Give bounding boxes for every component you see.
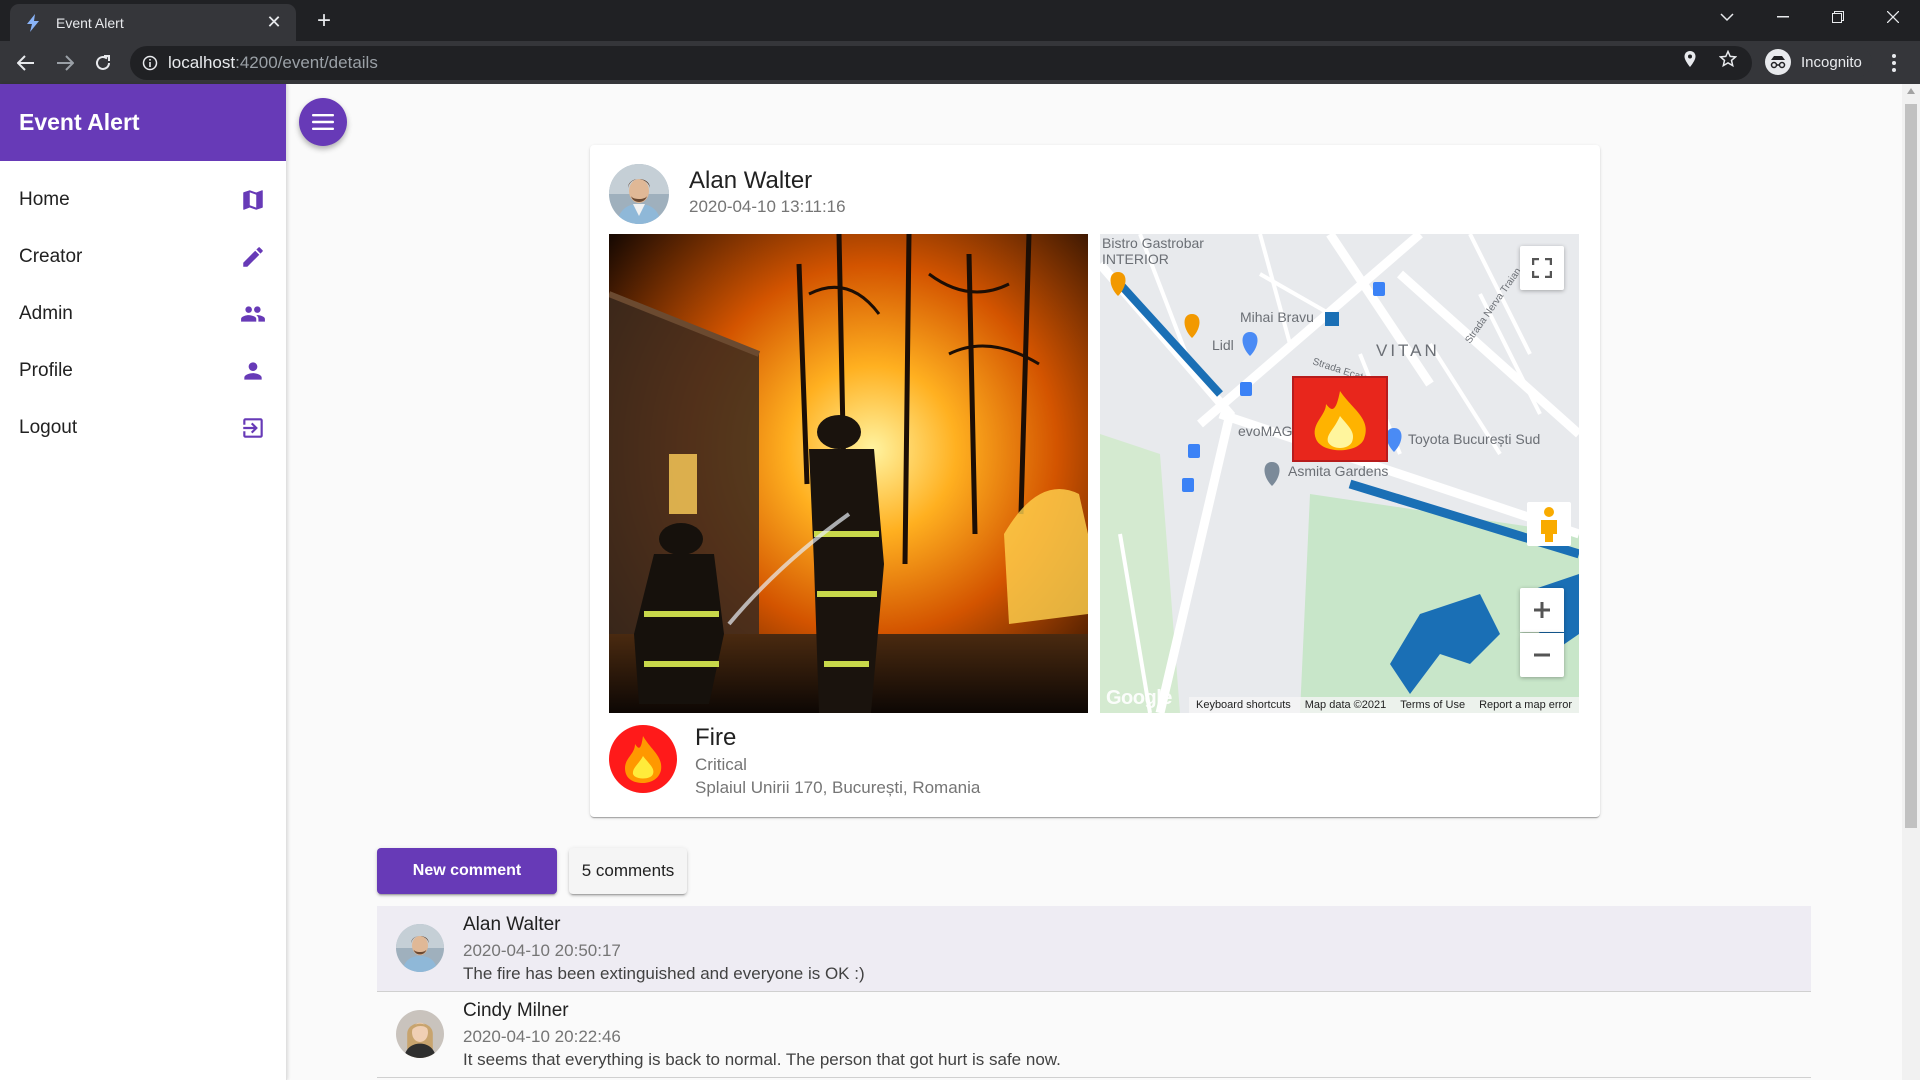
map-data-attribution: Map data ©2021 xyxy=(1304,699,1387,711)
map-label: Toyota București Sud xyxy=(1408,431,1540,447)
browser-tab[interactable]: Event Alert ✕ xyxy=(10,4,296,41)
incognito-icon xyxy=(1765,49,1791,75)
sidebar-item-label: Home xyxy=(19,188,70,210)
map-label: Lidl xyxy=(1212,337,1234,353)
comment-date: 2020-04-10 20:22:46 xyxy=(463,1027,621,1046)
bookmark-star-icon[interactable] xyxy=(1719,50,1737,68)
person-icon xyxy=(244,361,262,380)
sidebar-item-logout[interactable]: Logout xyxy=(0,399,286,456)
event-photo[interactable] xyxy=(609,234,1088,713)
map-label: Asmita Gardens xyxy=(1288,463,1388,479)
hamburger-icon xyxy=(312,114,334,130)
map-label: Mihai Bravu xyxy=(1240,309,1314,325)
group-icon xyxy=(241,305,265,322)
sidebar-item-label: Creator xyxy=(19,245,83,267)
event-author-name: Alan Walter xyxy=(689,167,813,194)
fullscreen-button[interactable] xyxy=(1520,246,1564,290)
location-pin-icon[interactable] xyxy=(1681,50,1699,68)
google-logo[interactable]: Google xyxy=(1106,687,1172,710)
map-label: INTERIOR xyxy=(1102,251,1169,267)
event-severity: Critical xyxy=(695,755,747,774)
comment-text: The fire has been extinguished and every… xyxy=(463,964,865,983)
plus-icon xyxy=(1534,602,1550,618)
browser-tab-strip: Event Alert ✕ + xyxy=(0,0,1920,41)
sidebar-item-home[interactable]: Home xyxy=(0,171,286,228)
event-address: Splaiul Unirii 170, București, Romania xyxy=(695,778,981,797)
new-tab-button[interactable]: + xyxy=(311,7,337,34)
url-text: localhost:4200/event/details xyxy=(168,53,378,73)
sidebar-item-label: Logout xyxy=(19,416,78,438)
comments-count-button[interactable]: 5 comments xyxy=(569,848,687,894)
app-viewport: Event Alert Home Creator Admin Profile L… xyxy=(0,84,1902,1080)
event-location-map[interactable]: Bistro Gastrobar INTERIOR Mihai Bravu Li… xyxy=(1100,234,1579,713)
reload-button[interactable] xyxy=(88,48,118,78)
event-type: Fire xyxy=(695,724,737,751)
url-path: :4200/event/details xyxy=(235,53,378,72)
comment-item: Alan Walter 2020-04-10 20:50:17 The fire… xyxy=(377,906,1811,992)
map-footer: Keyboard shortcuts Map data ©2021 Terms … xyxy=(1188,697,1579,713)
new-comment-button[interactable]: New comment xyxy=(377,848,557,894)
terms-of-use-link[interactable]: Terms of Use xyxy=(1393,699,1472,711)
minimize-button[interactable] xyxy=(1756,0,1810,34)
event-timestamp: 2020-04-10 13:11:16 xyxy=(689,197,846,216)
logout-icon xyxy=(243,417,263,438)
event-card: Alan Walter 2020-04-10 13:11:16 Bistro G… xyxy=(590,145,1600,817)
menu-toggle-button[interactable] xyxy=(299,98,347,146)
sidebar-item-creator[interactable]: Creator xyxy=(0,228,286,285)
report-map-error-link[interactable]: Report a map error xyxy=(1472,699,1579,711)
avatar xyxy=(609,164,669,224)
comment-author: Alan Walter xyxy=(463,914,561,935)
address-bar[interactable]: localhost:4200/event/details xyxy=(130,46,1752,80)
comment-text: It seems that everything is back to norm… xyxy=(463,1050,1061,1069)
scroll-up-arrow-icon[interactable] xyxy=(1907,88,1915,94)
pencil-icon xyxy=(243,246,263,267)
avatar xyxy=(396,1010,444,1058)
avatar xyxy=(396,924,444,972)
zoom-out-button[interactable] xyxy=(1520,633,1564,677)
sidebar: Event Alert Home Creator Admin Profile L… xyxy=(0,84,287,1080)
chevron-down-icon[interactable] xyxy=(1700,0,1754,34)
info-icon[interactable] xyxy=(142,55,158,71)
map-label: evoMAG xyxy=(1238,423,1292,439)
zoom-in-button[interactable] xyxy=(1520,588,1564,632)
sidebar-title: Event Alert xyxy=(0,84,286,161)
map-label: VITAN xyxy=(1376,341,1440,360)
map-label: Bistro Gastrobar xyxy=(1102,235,1204,251)
keyboard-shortcuts-link[interactable]: Keyboard shortcuts xyxy=(1189,699,1298,711)
page-scrollbar[interactable] xyxy=(1902,84,1920,1080)
comment-item: Cindy Milner 2020-04-10 20:22:46 It seem… xyxy=(377,992,1811,1078)
scrollbar-thumb[interactable] xyxy=(1905,104,1917,828)
fullscreen-icon xyxy=(1532,258,1552,278)
forward-button[interactable] xyxy=(50,48,80,78)
fire-icon xyxy=(609,725,677,793)
tab-title: Event Alert xyxy=(56,14,124,31)
comment-author: Cindy Milner xyxy=(463,1000,569,1021)
more-vert-icon[interactable] xyxy=(1884,51,1904,75)
lightning-icon xyxy=(26,13,44,32)
minus-icon xyxy=(1534,653,1550,657)
sidebar-item-label: Profile xyxy=(19,359,73,381)
sidebar-item-profile[interactable]: Profile xyxy=(0,342,286,399)
restore-button[interactable] xyxy=(1811,0,1865,34)
back-button[interactable] xyxy=(11,48,41,78)
comment-date: 2020-04-10 20:50:17 xyxy=(463,941,621,960)
map-icon xyxy=(243,189,263,210)
close-icon[interactable]: ✕ xyxy=(262,11,286,35)
incognito-profile-button[interactable]: Incognito xyxy=(1763,47,1872,77)
url-host: localhost xyxy=(168,53,236,72)
window-close-button[interactable] xyxy=(1866,0,1920,34)
browser-toolbar: localhost:4200/event/details Incognito xyxy=(0,41,1920,84)
sidebar-item-admin[interactable]: Admin xyxy=(0,285,286,342)
incognito-label: Incognito xyxy=(1801,53,1862,71)
sidebar-item-label: Admin xyxy=(19,302,73,324)
